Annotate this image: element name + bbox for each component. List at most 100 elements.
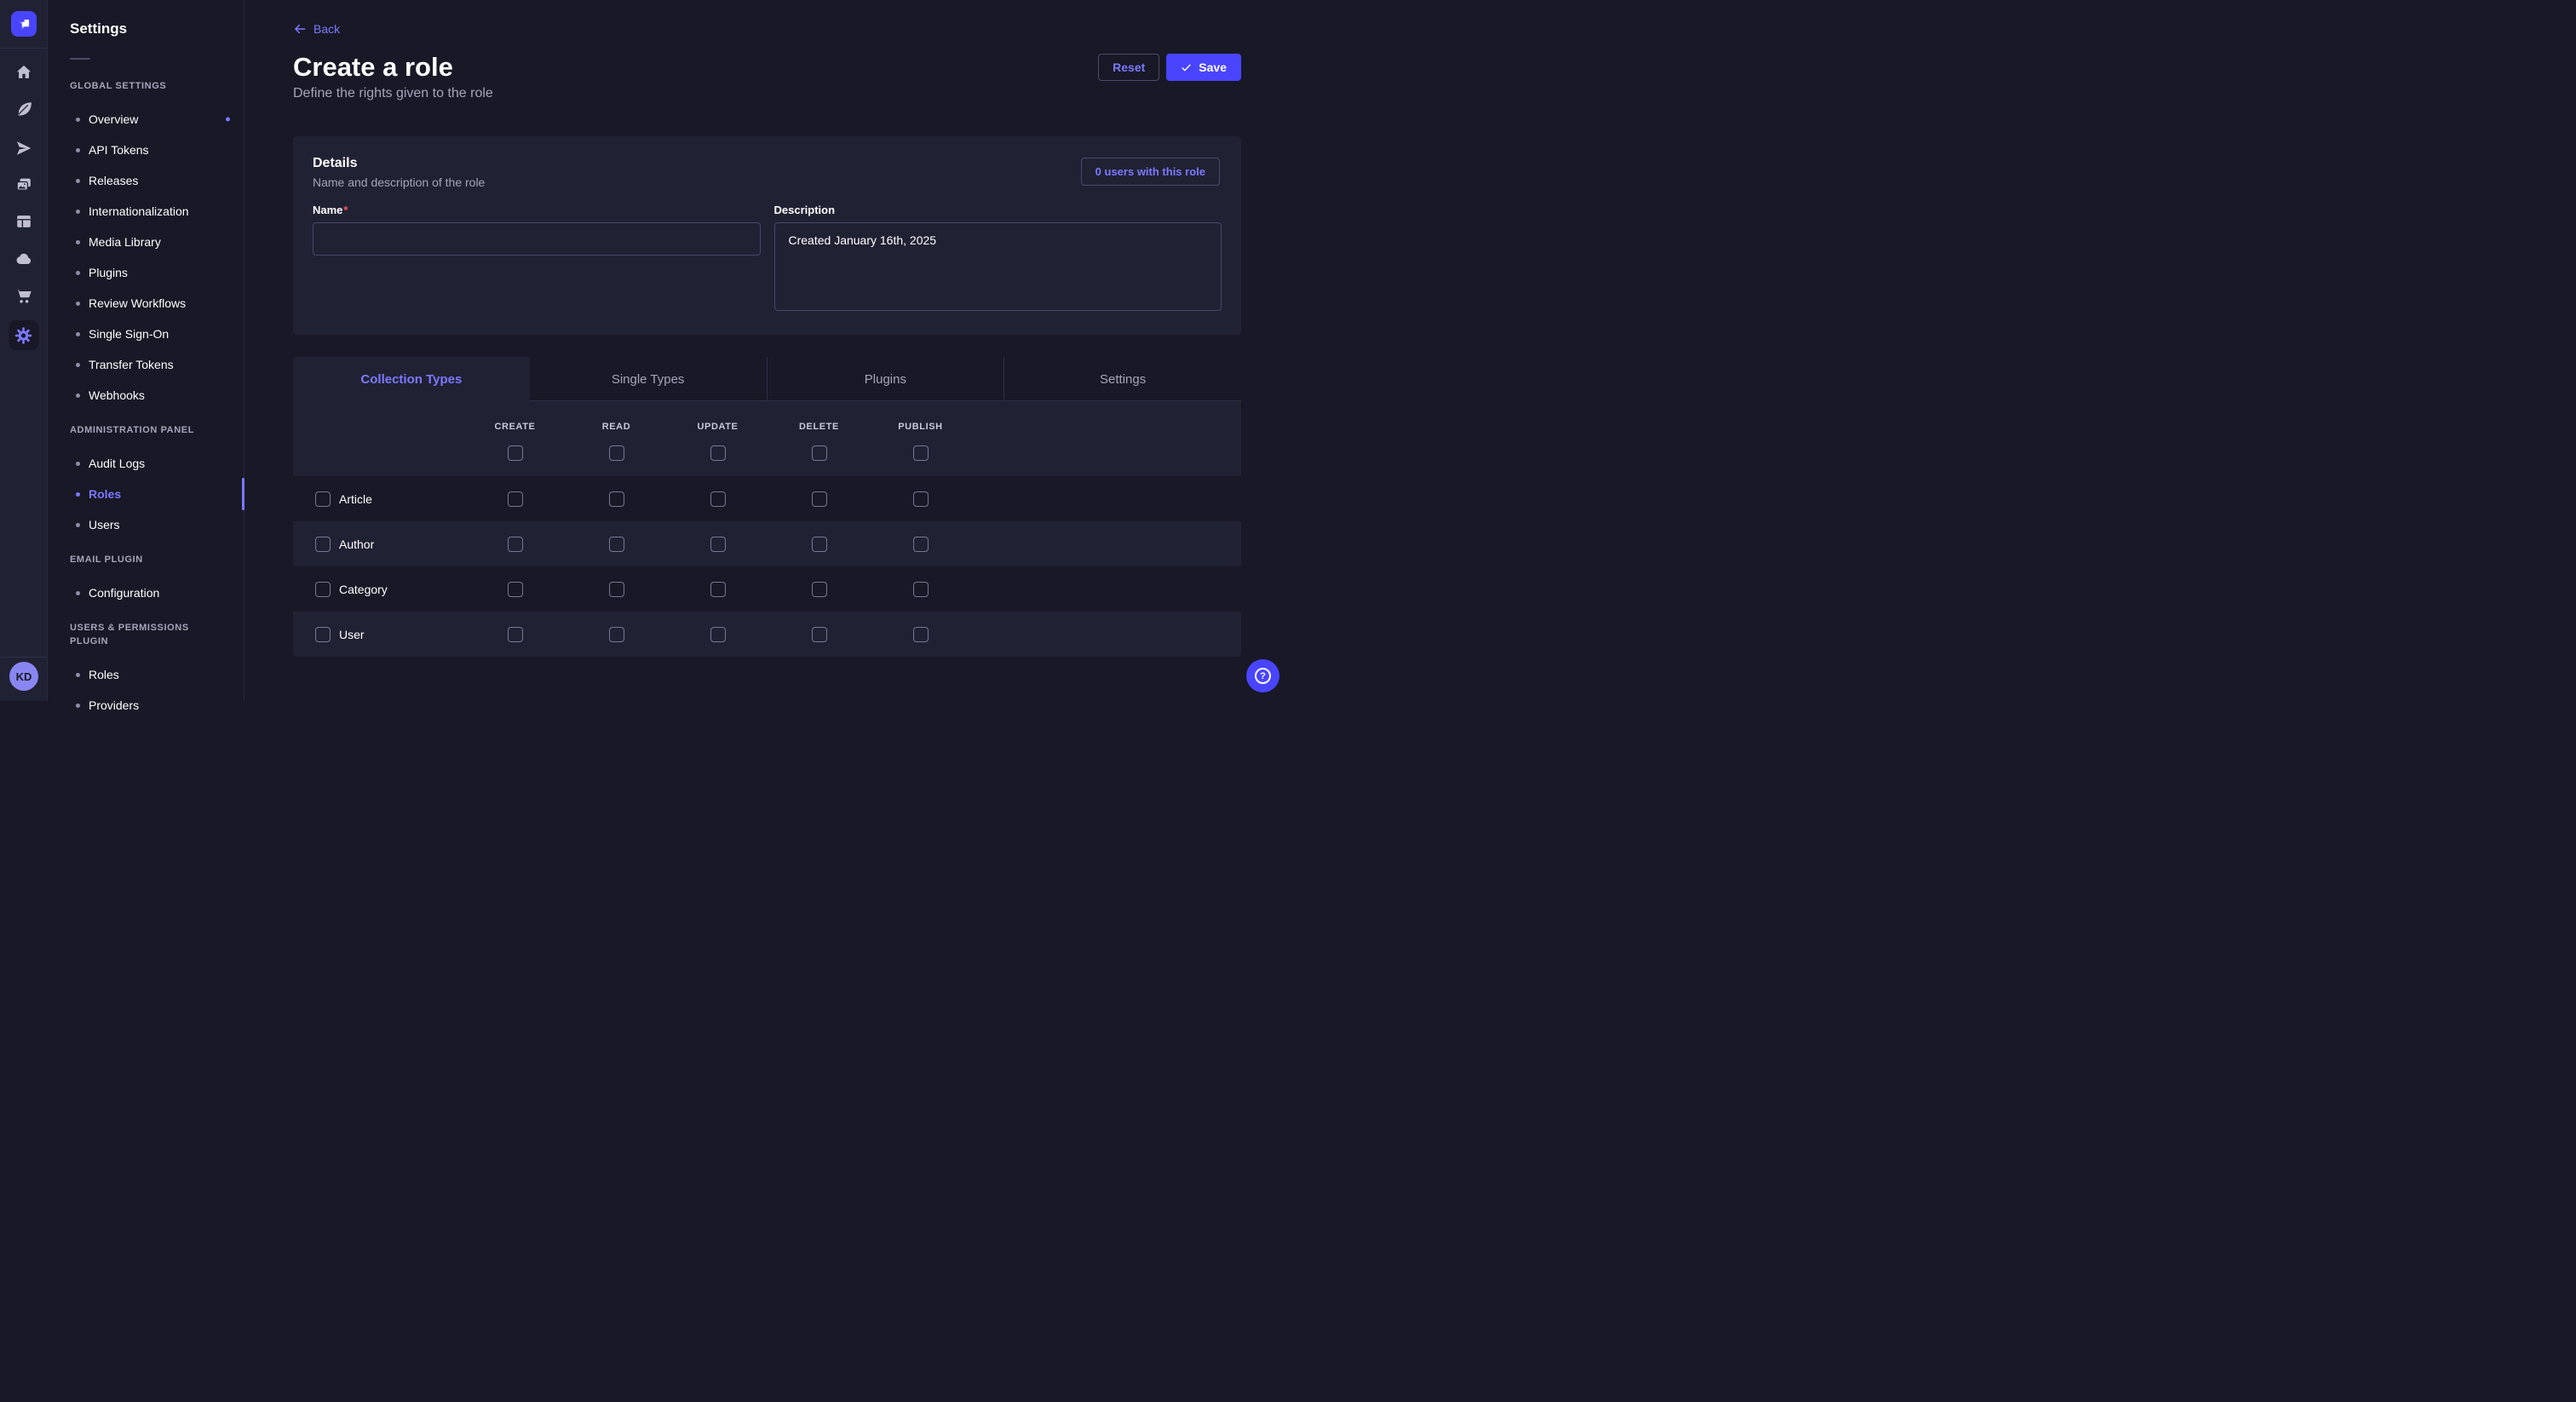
table-row-author: Author bbox=[293, 521, 1241, 566]
sidebar-item-review-workflows[interactable]: Review Workflows bbox=[70, 295, 230, 312]
sidebar-item-label: Audit Logs bbox=[89, 457, 145, 470]
description-textarea[interactable] bbox=[774, 222, 1222, 311]
back-arrow-icon bbox=[293, 22, 307, 36]
tab-settings[interactable]: Settings bbox=[1003, 357, 1241, 401]
feather-icon[interactable] bbox=[14, 99, 34, 119]
select-all-create-checkbox[interactable] bbox=[508, 445, 523, 461]
article-delete-checkbox[interactable] bbox=[812, 491, 827, 507]
strapi-logo-icon[interactable] bbox=[11, 11, 37, 37]
category-read-checkbox[interactable] bbox=[609, 582, 624, 597]
tab-single-types[interactable]: Single Types bbox=[530, 357, 767, 401]
column-header-delete: DELETE bbox=[799, 422, 839, 432]
author-read-checkbox[interactable] bbox=[609, 537, 624, 552]
user-read-checkbox[interactable] bbox=[609, 627, 624, 642]
category-delete-checkbox[interactable] bbox=[812, 582, 827, 597]
article-read-checkbox[interactable] bbox=[609, 491, 624, 507]
notification-dot-icon bbox=[226, 118, 230, 122]
sidebar-item-webhooks[interactable]: Webhooks bbox=[70, 387, 230, 404]
select-all-publish-checkbox[interactable] bbox=[913, 445, 929, 461]
save-button[interactable]: Save bbox=[1166, 54, 1241, 81]
check-icon bbox=[1181, 62, 1192, 73]
bullet-icon bbox=[76, 179, 80, 183]
active-indicator bbox=[242, 478, 244, 510]
sidebar-item-label: Roles bbox=[89, 487, 121, 501]
sidebar-item-roles[interactable]: Roles bbox=[70, 666, 230, 683]
article-create-checkbox[interactable] bbox=[508, 491, 523, 507]
category-update-checkbox[interactable] bbox=[710, 582, 726, 597]
author-row-checkbox[interactable] bbox=[315, 537, 331, 552]
media-library-icon[interactable] bbox=[14, 175, 34, 195]
description-field-group: Description bbox=[774, 204, 1222, 315]
sidebar-item-configuration[interactable]: Configuration bbox=[70, 584, 230, 601]
user-create-checkbox[interactable] bbox=[508, 627, 523, 642]
article-row-checkbox[interactable] bbox=[315, 491, 331, 507]
column-header-publish: PUBLISH bbox=[898, 422, 942, 432]
column-header-create: CREATE bbox=[494, 422, 535, 432]
main-nav-rail: KD bbox=[0, 0, 48, 701]
bullet-icon bbox=[76, 363, 80, 367]
tab-plugins[interactable]: Plugins bbox=[767, 357, 1004, 401]
table-row-category: Category bbox=[293, 566, 1241, 612]
sidebar-item-releases[interactable]: Releases bbox=[70, 172, 230, 189]
permissions-table: CREATEREADUPDATEDELETEPUBLISH ArticleAut… bbox=[293, 401, 1241, 657]
sidebar-item-internationalization[interactable]: Internationalization bbox=[70, 203, 230, 220]
article-publish-checkbox[interactable] bbox=[913, 491, 929, 507]
bullet-icon bbox=[76, 462, 80, 466]
author-delete-checkbox[interactable] bbox=[812, 537, 827, 552]
author-update-checkbox[interactable] bbox=[710, 537, 726, 552]
user-delete-checkbox[interactable] bbox=[812, 627, 827, 642]
bullet-icon bbox=[76, 210, 80, 214]
row-label: Author bbox=[339, 537, 374, 551]
sidebar-item-label: Plugins bbox=[89, 266, 128, 279]
name-label: Name* bbox=[313, 204, 761, 217]
bullet-icon bbox=[76, 271, 80, 275]
name-input[interactable] bbox=[313, 222, 761, 256]
select-all-update-checkbox[interactable] bbox=[710, 445, 726, 461]
select-all-delete-checkbox[interactable] bbox=[812, 445, 827, 461]
sidebar-item-api-tokens[interactable]: API Tokens bbox=[70, 141, 230, 158]
category-row-checkbox[interactable] bbox=[315, 582, 331, 597]
tab-collection-types[interactable]: Collection Types bbox=[293, 357, 530, 401]
category-publish-checkbox[interactable] bbox=[913, 582, 929, 597]
paper-plane-icon[interactable] bbox=[14, 138, 34, 158]
sidebar-item-providers[interactable]: Providers bbox=[70, 697, 230, 714]
sidebar-item-label: Webhooks bbox=[89, 388, 145, 402]
settings-gear-icon[interactable] bbox=[9, 320, 38, 350]
users-with-role-button[interactable]: 0 users with this role bbox=[1081, 158, 1220, 186]
article-update-checkbox[interactable] bbox=[710, 491, 726, 507]
sidebar-item-audit-logs[interactable]: Audit Logs bbox=[70, 455, 230, 472]
sidebar-item-overview[interactable]: Overview bbox=[70, 111, 230, 128]
back-link[interactable]: Back bbox=[293, 20, 340, 37]
cart-icon[interactable] bbox=[14, 286, 34, 307]
user-row-checkbox[interactable] bbox=[315, 627, 331, 642]
cloud-icon[interactable] bbox=[14, 249, 34, 269]
layout-icon[interactable] bbox=[14, 211, 34, 232]
description-label: Description bbox=[774, 204, 1222, 217]
avatar[interactable]: KD bbox=[9, 662, 38, 691]
row-label: User bbox=[339, 628, 365, 641]
sidebar-item-label: Roles bbox=[89, 668, 119, 681]
section-label: GLOBAL SETTINGS bbox=[70, 79, 230, 93]
sidebar-item-roles[interactable]: Roles bbox=[70, 486, 230, 503]
user-publish-checkbox[interactable] bbox=[913, 627, 929, 642]
sidebar-item-users[interactable]: Users bbox=[70, 516, 230, 533]
sidebar-item-transfer-tokens[interactable]: Transfer Tokens bbox=[70, 356, 230, 373]
reset-button[interactable]: Reset bbox=[1098, 54, 1159, 81]
help-button[interactable]: ? bbox=[1246, 659, 1279, 692]
author-publish-checkbox[interactable] bbox=[913, 537, 929, 552]
bullet-icon bbox=[76, 523, 80, 527]
name-field-group: Name* bbox=[313, 204, 761, 315]
select-all-read-checkbox[interactable] bbox=[609, 445, 624, 461]
bullet-icon bbox=[76, 118, 80, 122]
category-create-checkbox[interactable] bbox=[508, 582, 523, 597]
bullet-icon bbox=[76, 492, 80, 497]
sidebar-item-label: Single Sign-On bbox=[89, 327, 169, 341]
sidebar-item-media-library[interactable]: Media Library bbox=[70, 233, 230, 250]
author-create-checkbox[interactable] bbox=[508, 537, 523, 552]
sidebar-item-single-sign-on[interactable]: Single Sign-On bbox=[70, 325, 230, 342]
sidebar-item-plugins[interactable]: Plugins bbox=[70, 264, 230, 281]
back-label: Back bbox=[313, 22, 340, 36]
user-update-checkbox[interactable] bbox=[710, 627, 726, 642]
sidebar-item-label: Transfer Tokens bbox=[89, 358, 174, 371]
home-icon[interactable] bbox=[14, 62, 34, 83]
